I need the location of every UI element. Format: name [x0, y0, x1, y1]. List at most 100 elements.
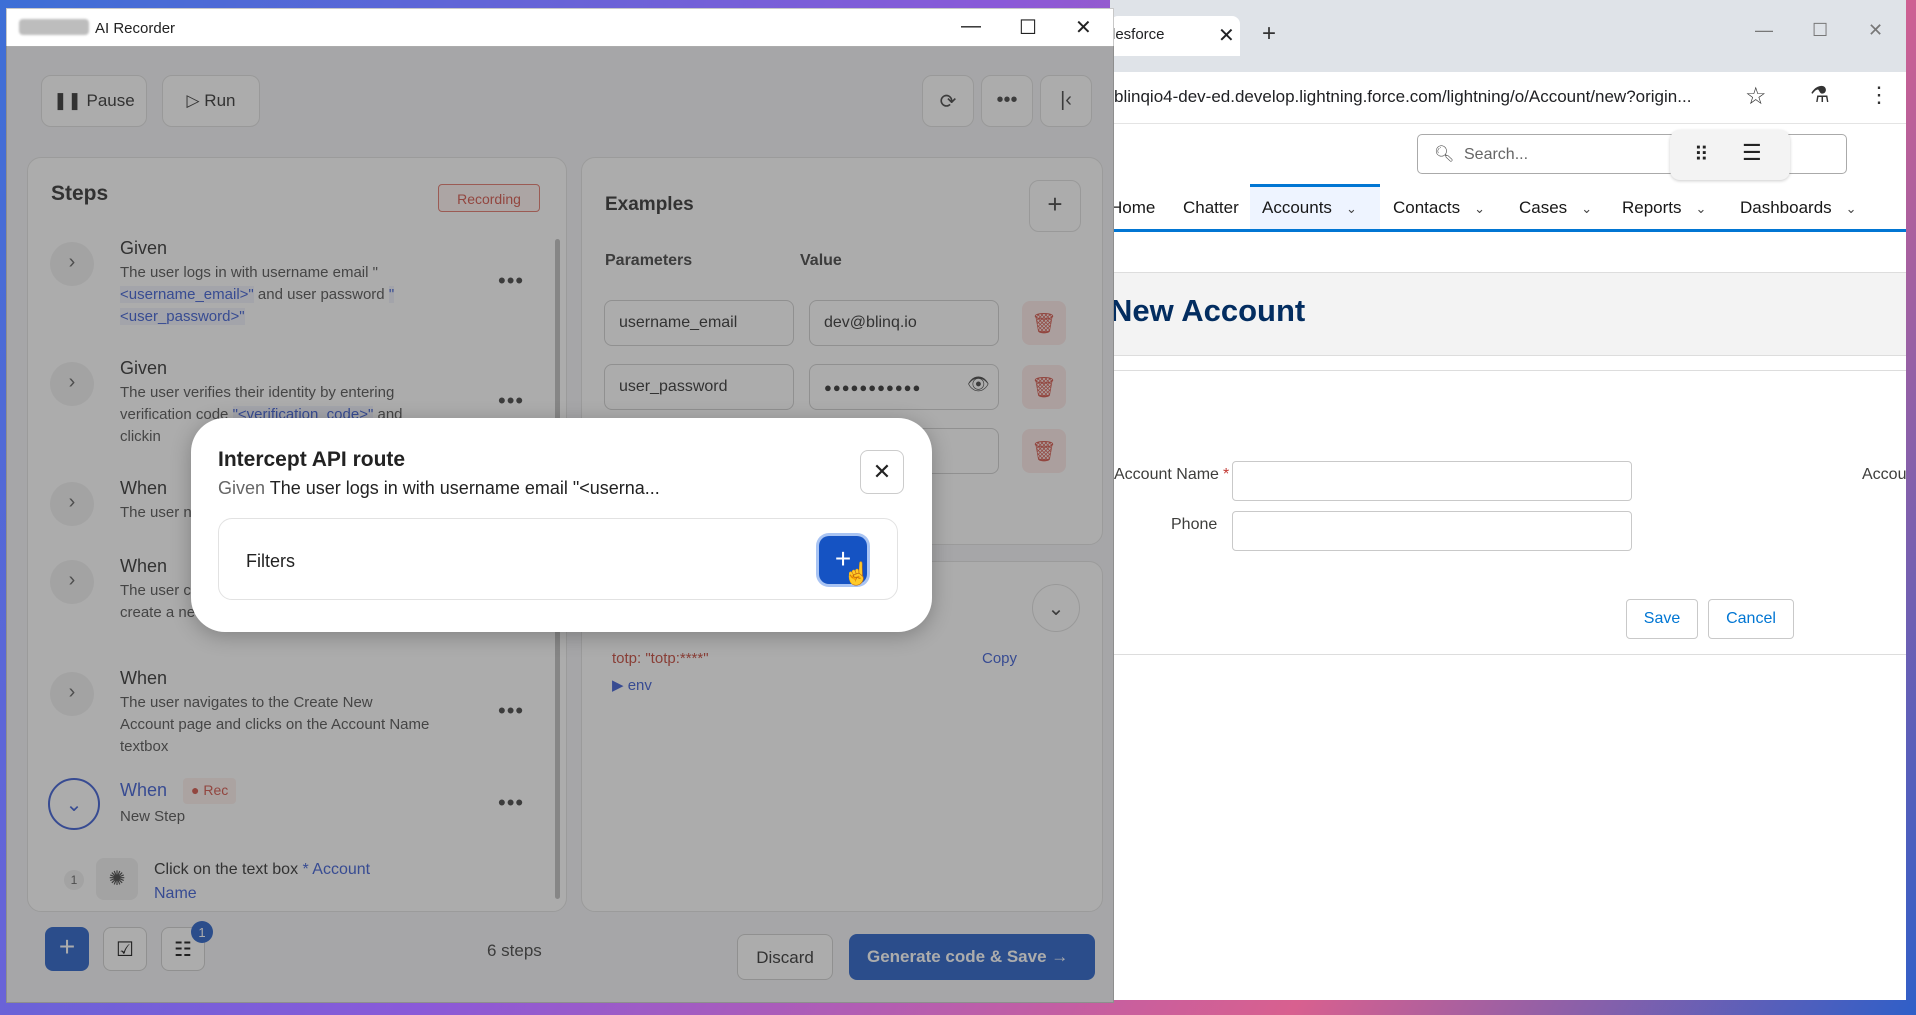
step-menu-icon[interactable]: •••: [498, 268, 524, 294]
step-description: The user logs in with username email "<u…: [120, 264, 395, 325]
browser-tab[interactable]: lesforce ✕: [1110, 16, 1240, 56]
expand-chevron-icon[interactable]: ›: [50, 672, 94, 716]
floating-toolbar: ⠿ ☰: [1670, 130, 1790, 180]
bookmark-star-icon[interactable]: ☆: [1745, 82, 1767, 111]
chevron-down-icon[interactable]: ⌄: [1346, 201, 1357, 216]
maximize-icon[interactable]: ☐: [1019, 15, 1037, 40]
copy-link[interactable]: Copy: [982, 650, 1017, 667]
drag-handle-icon[interactable]: ⠿: [1694, 142, 1709, 167]
page-header: New Account: [1110, 272, 1906, 356]
checklist-icon[interactable]: ☑: [103, 927, 147, 971]
address-bar[interactable]: blinqio4-dev-ed.develop.lightning.force.…: [1110, 72, 1906, 124]
chevron-down-icon[interactable]: ⌄: [1474, 201, 1485, 216]
filters-section: Filters +: [218, 518, 898, 600]
step-keyword: Given: [120, 358, 168, 378]
phone-label: Phone: [1171, 516, 1218, 533]
arrow-right-icon: →: [1051, 947, 1069, 966]
expand-chevron-icon[interactable]: ›: [50, 560, 94, 604]
refresh-icon[interactable]: ⟳: [922, 75, 974, 127]
env-toggle[interactable]: ▶ env: [612, 676, 652, 694]
nav-item-chatter[interactable]: Chatter: [1183, 184, 1239, 229]
nav-item-accounts[interactable]: Accounts ⌄: [1250, 184, 1380, 229]
pause-icon: ❚❚: [53, 91, 87, 110]
close-window-icon[interactable]: ✕: [1868, 20, 1883, 41]
expand-chevron-icon[interactable]: ›: [50, 362, 94, 406]
steps-title: Steps: [51, 182, 109, 205]
chevron-down-icon[interactable]: ⌄: [1032, 584, 1080, 632]
nav-label: Home: [1110, 198, 1156, 217]
examples-title: Examples: [605, 194, 694, 215]
substep-text: Click on the text box * Account Name: [154, 861, 371, 902]
step-menu-icon[interactable]: •••: [498, 698, 524, 724]
delete-icon[interactable]: 🗑: [1022, 429, 1066, 473]
play-icon: ▷: [186, 91, 205, 110]
chevron-down-icon[interactable]: ⌄: [1696, 201, 1707, 216]
browser-menu-icon[interactable]: ⋮: [1868, 82, 1890, 108]
nav-label: Reports: [1622, 198, 1682, 217]
add-step-button[interactable]: +: [45, 927, 89, 971]
value-field[interactable]: dev@blinq.io: [809, 300, 999, 346]
step-menu-icon[interactable]: •••: [498, 790, 524, 816]
chevron-down-icon[interactable]: ⌄: [1581, 201, 1592, 216]
new-tab-button[interactable]: +: [1262, 20, 1276, 48]
step-menu-icon[interactable]: •••: [498, 388, 524, 414]
step-keyword: Given: [120, 238, 168, 258]
count-badge: 1: [191, 921, 213, 943]
url-text[interactable]: blinqio4-dev-ed.develop.lightning.force.…: [1114, 87, 1691, 107]
discard-button[interactable]: Discard: [737, 934, 833, 980]
cancel-button[interactable]: Cancel: [1708, 599, 1794, 639]
account-field-label-right: Accou: [1862, 466, 1907, 483]
minimize-icon[interactable]: —: [961, 15, 981, 38]
tab-title: lesforce: [1112, 26, 1165, 43]
collapse-panel-icon[interactable]: |‹: [1040, 75, 1092, 127]
nav-label: Dashboards: [1740, 198, 1832, 217]
add-example-button[interactable]: +: [1029, 180, 1081, 232]
nav-item-contacts[interactable]: Contacts ⌄: [1393, 184, 1485, 229]
nav-item-cases[interactable]: Cases ⌄: [1519, 184, 1592, 229]
generate-save-button[interactable]: Generate code & Save →: [849, 934, 1095, 980]
recorder-titlebar: AI Recorder — ☐ ✕: [7, 9, 1113, 47]
step-count: 6 steps: [487, 941, 542, 960]
intercept-api-modal: Intercept API route Given The user logs …: [191, 418, 932, 632]
delete-icon[interactable]: 🗑: [1022, 365, 1066, 409]
more-options-icon[interactable]: •••: [981, 75, 1033, 127]
close-window-icon[interactable]: ✕: [1075, 15, 1092, 40]
chevron-down-icon[interactable]: ⌄: [1846, 201, 1857, 216]
nav-label: Accounts: [1262, 198, 1332, 217]
labs-icon[interactable]: ⚗: [1810, 82, 1830, 108]
generate-label: Generate code & Save: [867, 947, 1047, 966]
filters-label: Filters: [246, 551, 295, 571]
delete-icon[interactable]: 🗑: [1022, 301, 1066, 345]
nav-item-reports[interactable]: Reports ⌄: [1622, 184, 1706, 229]
rec-badge: ● Rec: [183, 778, 237, 804]
status-badge: Recording: [438, 184, 540, 212]
account-name-field[interactable]: [1232, 461, 1632, 501]
nav-item-dashboards[interactable]: Dashboards ⌄: [1740, 184, 1857, 229]
nav-label: Contacts: [1393, 198, 1461, 217]
expand-chevron-icon[interactable]: ›: [50, 482, 94, 526]
step-description: The user navigates to the Create New Acc…: [120, 694, 430, 755]
salesforce-header: 🔍︎ Search... ⠿ ☰: [1110, 124, 1906, 184]
click-icon: ✺: [96, 858, 138, 900]
nav-item-home[interactable]: Home: [1110, 184, 1155, 229]
close-icon[interactable]: ✕: [860, 450, 904, 494]
param-field[interactable]: user_password: [604, 364, 794, 410]
pause-label: Pause: [86, 91, 135, 110]
search-icon: 🔍︎: [1434, 146, 1455, 163]
minimize-icon[interactable]: —: [1755, 20, 1773, 41]
expand-chevron-icon[interactable]: ›: [50, 242, 94, 286]
filter-icon[interactable]: ☰: [1742, 140, 1762, 166]
tab-close-icon[interactable]: ✕: [1218, 23, 1235, 48]
eye-icon[interactable]: 👁: [967, 374, 990, 395]
account-name-label: Account Name: [1114, 466, 1219, 483]
step-keyword: When: [120, 780, 168, 800]
pause-button[interactable]: ❚❚ Pause: [41, 75, 147, 127]
run-button[interactable]: ▷ Run: [162, 75, 260, 127]
maximize-icon[interactable]: ☐: [1812, 20, 1828, 41]
save-button[interactable]: Save: [1626, 599, 1698, 639]
collapse-chevron-icon[interactable]: ⌄: [48, 778, 100, 830]
param-field[interactable]: username_email: [604, 300, 794, 346]
phone-field[interactable]: [1232, 511, 1632, 551]
run-label: Run: [204, 91, 236, 110]
modal-title: Intercept API route: [218, 448, 406, 471]
